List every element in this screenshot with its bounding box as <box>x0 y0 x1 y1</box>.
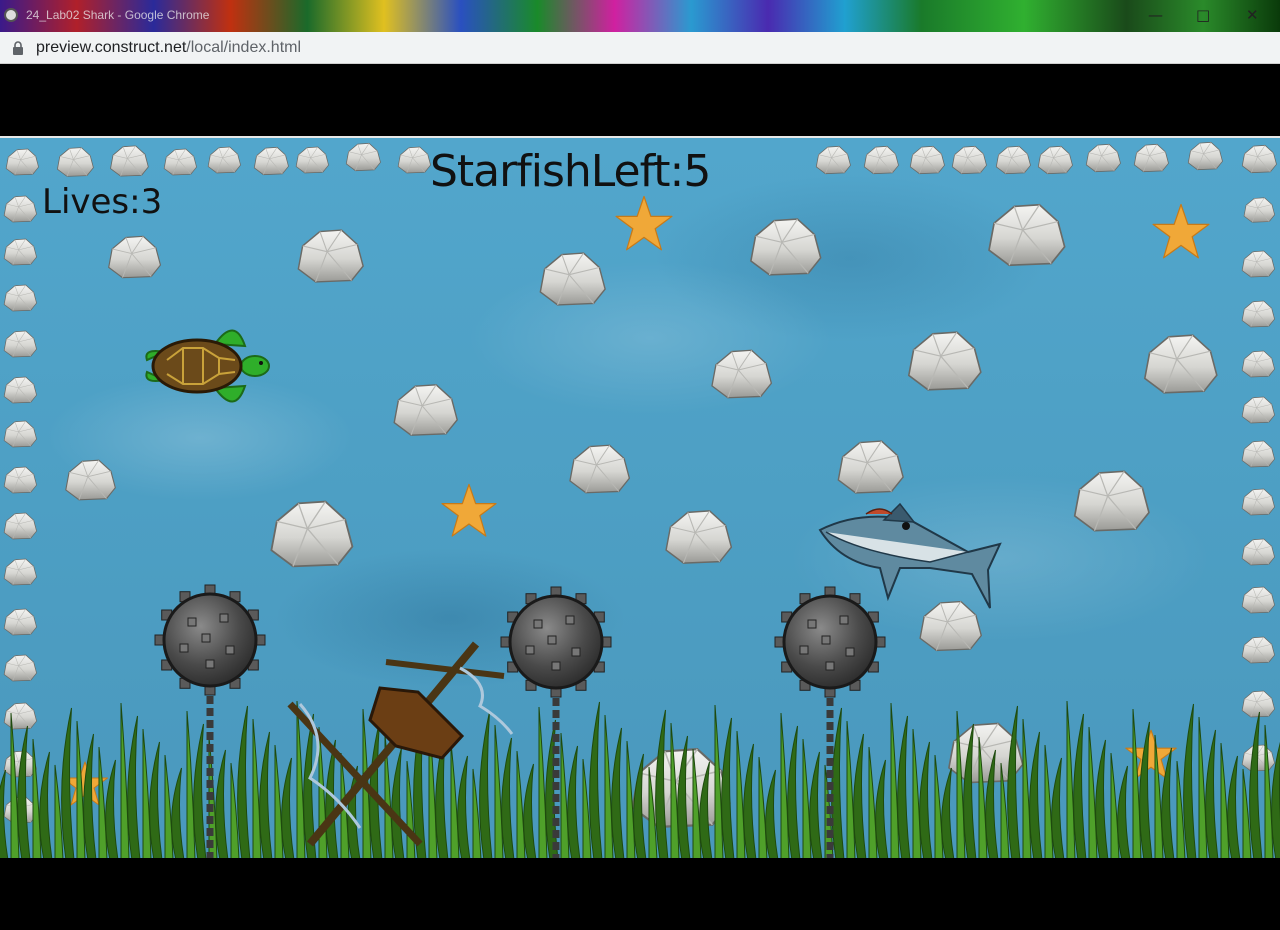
seaweed-blade <box>941 767 955 858</box>
seaweed-blade <box>1117 765 1131 858</box>
seaweed-blade <box>149 741 163 858</box>
seaweed-blade <box>1227 755 1241 858</box>
starfish <box>61 195 1210 806</box>
chrome-logo-icon <box>4 8 18 22</box>
url-path: /local/index.html <box>186 39 302 56</box>
seaweed-blade <box>1249 711 1263 858</box>
seaweed-blade <box>39 751 53 858</box>
seaweed-blade <box>1088 726 1098 858</box>
seaweed-blade <box>142 728 152 858</box>
seaweed-blade <box>501 737 515 858</box>
seaweed-blade <box>934 754 944 858</box>
seaweed-blade <box>237 705 251 858</box>
seaweed-blade <box>457 755 471 858</box>
address-bar[interactable]: preview.construct.net/local/index.html <box>0 32 1280 64</box>
seaweed-blade <box>479 711 493 858</box>
seaweed-blade <box>450 742 460 858</box>
seaweed-blade <box>1051 757 1065 858</box>
seaweed-blade <box>215 749 229 858</box>
seaweed-blade <box>17 725 31 858</box>
seaweed-blade <box>1220 742 1230 858</box>
lock-icon <box>13 41 23 55</box>
seaweed-blade <box>853 733 867 858</box>
turtle-player <box>145 329 270 403</box>
seaweed-blade <box>875 759 889 858</box>
seaweed-blade <box>611 727 625 858</box>
seaweed-blade <box>1110 752 1120 858</box>
seaweed-blade <box>98 746 108 858</box>
seaweed-blade <box>1183 703 1197 858</box>
window-title: 24_Lab02 Shark - Google Chrome <box>26 8 210 22</box>
seaweed-blade <box>516 750 526 858</box>
seaweed-blade <box>1264 724 1274 858</box>
seaweed-blade <box>281 757 295 858</box>
game-scene <box>0 141 1280 858</box>
seaweed-blade <box>765 769 779 858</box>
shark-enemy <box>818 502 1002 609</box>
seaweed-blade <box>567 745 581 858</box>
seaweed-blade <box>171 767 185 858</box>
minimize-icon[interactable]: — <box>1148 6 1163 24</box>
lives-counter: Lives:3 <box>42 182 163 222</box>
seaweed-blade <box>105 759 119 858</box>
seaweed-blade <box>391 747 405 858</box>
seaweed-blade <box>1205 729 1219 858</box>
seaweed-blade <box>523 763 537 858</box>
seaweed-blade <box>32 738 42 858</box>
url-host: preview.construct.net <box>36 39 187 56</box>
seaweed-floor <box>0 700 1280 858</box>
seaweed-blade <box>736 730 746 858</box>
seaweed-blade <box>758 756 768 858</box>
seaweed-blade <box>1073 713 1087 858</box>
seaweed-blade <box>721 717 735 858</box>
seaweed-blade <box>1029 731 1043 858</box>
seaweed-blade <box>809 751 823 858</box>
seaweed-blade <box>259 731 273 858</box>
close-icon[interactable]: ✕ <box>1246 6 1259 24</box>
rock-obstacles <box>3 203 1218 829</box>
game-canvas[interactable]: StarfishLeft:5 Lives:3 <box>0 136 1280 858</box>
seaweed-blade <box>1044 744 1054 858</box>
url-text[interactable]: preview.construct.net/local/index.html <box>36 39 301 57</box>
seaweed-blade <box>743 743 757 858</box>
rock-border-left <box>3 195 37 778</box>
rock-border-right <box>1241 197 1276 772</box>
seaweed-blade <box>897 715 911 858</box>
browser-title-bar: 24_Lab02 Shark - Google Chrome — □ ✕ <box>0 0 1280 32</box>
seaweed-blade <box>127 715 141 858</box>
seaweed-blade <box>589 701 603 858</box>
seaweed-blade <box>919 741 933 858</box>
seaweed-blade <box>560 732 570 858</box>
seaweed-blade <box>868 746 878 858</box>
seaweed-blade <box>1095 739 1109 858</box>
seaweed-blade <box>912 728 922 858</box>
seaweed-blade <box>787 725 801 858</box>
seaweed-blade <box>164 754 174 858</box>
starfish-left-counter: StarfishLeft:5 <box>430 146 711 197</box>
seaweed-blade <box>1161 747 1175 858</box>
seaweed-blade <box>802 738 812 858</box>
seaweed-blade <box>274 744 284 858</box>
maximize-icon[interactable]: □ <box>1196 6 1210 24</box>
seaweed-blade <box>1007 705 1021 858</box>
seaweed-blade <box>193 723 207 858</box>
seaweed-blade <box>494 724 504 858</box>
